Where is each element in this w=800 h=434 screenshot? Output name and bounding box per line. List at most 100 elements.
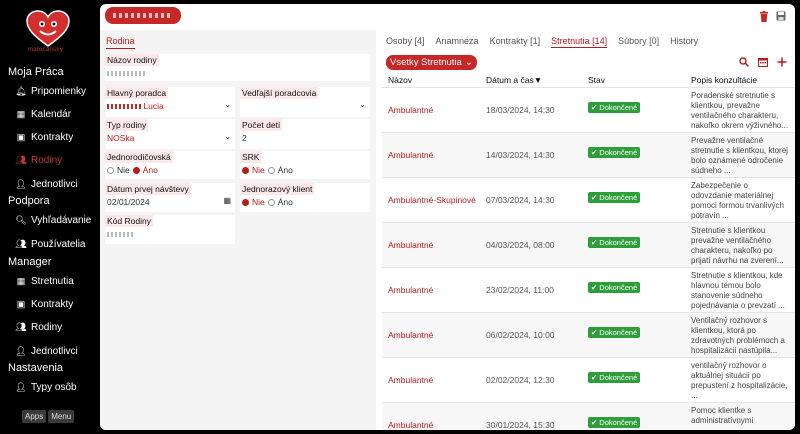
family-form: Rodina Názov rodiny Hlavný poradca Lucia… <box>100 30 376 430</box>
briefcase-icon: ▣ <box>16 298 26 309</box>
heart-logo <box>26 10 70 47</box>
trash-icon[interactable] <box>759 11 769 22</box>
jednorodicovska-field: Jednorodičovská Nie Áno <box>105 151 235 179</box>
meeting-type[interactable]: Ambulantné <box>388 285 433 295</box>
sidebar-item-kontrakty[interactable]: ▣ Kontrakty <box>16 130 74 144</box>
check-icon: ✔ <box>591 148 598 157</box>
section-podpora: Podpora <box>8 195 50 207</box>
status-badge: ✔ Dokončené <box>588 102 641 113</box>
tab-5[interactable]: History <box>670 36 698 48</box>
meeting-type[interactable]: Ambulantné-Skupinové <box>388 195 476 205</box>
redacted-value <box>107 232 135 238</box>
table-row[interactable]: Ambulantné 02/02/2024, 12:30 ✔ Dokončené ven… <box>382 357 795 402</box>
sidebar-item-pouzivatelia[interactable]: 👥︎ Používatelia <box>15 237 85 251</box>
column-stav[interactable]: Stav <box>588 75 605 85</box>
logo-text: matecansky <box>28 47 64 53</box>
tab-bar: Osoby [4] Anamnéza Kontrakty [1] Stretnutia… <box>386 36 698 48</box>
vedlajsi-poradcovia-select[interactable]: Vedľajší poradcovia ⌄ <box>240 87 370 117</box>
tab-2[interactable]: Kontrakty [1] <box>490 36 541 48</box>
radio-ano[interactable] <box>267 198 275 206</box>
save-icon[interactable] <box>776 11 786 21</box>
radio-nie[interactable] <box>242 198 249 206</box>
hlavny-poradca-label: Hlavný poradca <box>105 87 169 99</box>
plus-icon[interactable] <box>777 57 787 67</box>
meeting-type[interactable]: Ambulantné <box>388 240 433 250</box>
hlavny-poradca-select[interactable]: Hlavný poradca Lucia ⌄ <box>105 87 235 117</box>
calendar-icon[interactable]: ▦ <box>223 196 231 205</box>
sidebar: matecansky Moja Práca 🔔︎ Pripomienky ▦ Kal… <box>0 0 96 434</box>
meeting-type[interactable]: Ambulantné <box>388 375 433 385</box>
sidebar-item-typy-osob[interactable]: 👤︎ Typy osôb <box>15 380 76 394</box>
srk-field: SRK Nie Áno <box>240 151 370 179</box>
meeting-type[interactable]: Ambulantné <box>388 420 433 430</box>
datum-prvej-navstevy-field[interactable]: Dátum prvej návštevy 02/01/2024 ▦ <box>105 183 235 212</box>
meeting-description: Stretnutie s klientkou prevažne ventilač… <box>691 226 784 265</box>
table-row[interactable]: Ambulantné 23/02/2024, 11:00 ✔ Dokončené Str… <box>382 267 795 312</box>
sidebar-item-kalendar[interactable]: ▦ Kalendár <box>16 107 71 121</box>
status-badge: ✔ Dokončené <box>588 417 641 428</box>
chevron-down-icon: ⌄ <box>359 100 366 109</box>
users-icon: 👥︎ <box>15 321 27 332</box>
search-icon[interactable] <box>739 57 749 67</box>
table-row[interactable]: Ambulantné 30/01/2024, 15:30 ✔ Dokončené Pom… <box>382 402 795 430</box>
tab-0[interactable]: Osoby [4] <box>386 36 425 48</box>
status-badge: ✔ Dokončené <box>588 372 641 383</box>
radio-nie[interactable] <box>242 166 249 174</box>
top-bar <box>100 4 795 30</box>
meeting-type[interactable]: Ambulantné <box>388 105 433 115</box>
apps-menu-switch: Apps Menu <box>22 410 75 423</box>
pocet-deti-label: Počet detí <box>240 119 283 131</box>
redacted-value <box>107 104 141 110</box>
meeting-datetime: 04/03/2024, 08:00 <box>486 240 555 250</box>
calendar-icon[interactable] <box>758 57 768 67</box>
radio-ano[interactable] <box>267 166 275 174</box>
apps-button[interactable]: Apps <box>22 410 47 423</box>
status-badge: ✔ Dokončené <box>588 327 641 338</box>
typ-rodiny-label: Typ rodiny <box>105 119 149 131</box>
section-manager: Manager <box>8 256 52 268</box>
sidebar-item-vyhladavanie[interactable]: 🔍︎ Vyhľadávanie <box>15 213 91 227</box>
sidebar-item-pripomienky[interactable]: 🔔︎ Pripomienky <box>15 84 86 98</box>
table-row[interactable]: Ambulantné-Skupinové 07/03/2024, 14:30 ✔ Do… <box>382 177 795 222</box>
column-nazov[interactable]: Názov <box>388 75 412 85</box>
section-moja-praca: Moja Práca <box>8 66 64 78</box>
table-row[interactable]: Ambulantné 18/03/2024, 14:30 ✔ Dokončené Por… <box>382 87 795 132</box>
meeting-datetime: 06/02/2024, 10:00 <box>486 330 555 340</box>
meeting-type[interactable]: Ambulantné <box>388 330 433 340</box>
typ-rodiny-select[interactable]: Typ rodiny NOSka ⌄ <box>105 119 235 149</box>
tab-1[interactable]: Anamnéza <box>436 36 479 48</box>
kod-rodiny-field[interactable]: Kód Rodiny <box>105 215 235 244</box>
sidebar-item-jednotlivci-manager[interactable]: 👤︎ Jednotlivci <box>15 344 77 358</box>
tab-rodina[interactable]: Rodina <box>106 36 135 49</box>
meetings-filter-dropdown[interactable]: Vsetky Stretnutia ⌄ <box>386 55 477 70</box>
pocet-deti-field[interactable]: Počet detí 2 <box>240 119 370 149</box>
bell-icon: 🔔︎ <box>15 85 27 96</box>
sidebar-item-kontrakty-manager[interactable]: ▣ Kontrakty <box>16 297 74 311</box>
radio-ano[interactable] <box>132 166 140 174</box>
tab-3[interactable]: Stretnutia [14] <box>551 36 608 48</box>
meeting-description: Pomoc klientke s administratívnymi <box>691 406 754 425</box>
tab-4[interactable]: Súbory [0] <box>618 36 659 48</box>
status-badge: ✔ Dokončené <box>588 282 641 293</box>
table-row[interactable]: Ambulantné 06/02/2024, 10:00 ✔ Dokončené Ven… <box>382 312 795 357</box>
calendar-icon: ▦ <box>16 108 26 119</box>
check-icon: ✔ <box>591 418 598 427</box>
sidebar-item-jednotlivci[interactable]: 👤︎ Jednotlivci <box>15 177 77 191</box>
vedlajsi-poradcovia-label: Vedľajší poradcovia <box>240 87 319 99</box>
users-icon: 👥︎ <box>15 238 27 249</box>
check-icon: ✔ <box>591 238 598 247</box>
menu-button[interactable]: Menu <box>48 410 75 423</box>
nazov-rodiny-field[interactable]: Názov rodiny <box>105 54 370 81</box>
meeting-type[interactable]: Ambulantné <box>388 150 433 160</box>
table-row[interactable]: Ambulantné 04/03/2024, 08:00 ✔ Dokončené Str… <box>382 222 795 267</box>
check-icon: ✔ <box>591 193 598 202</box>
sidebar-item-rodiny[interactable]: 👥︎ Rodiny <box>15 153 62 167</box>
column-datum[interactable]: Dátum a čas▼ <box>486 75 542 85</box>
column-popis[interactable]: Popis konzultácie <box>691 75 757 85</box>
meeting-description: Zabezpečenie o odovzdanie materiálnej po… <box>691 181 784 220</box>
jednorazovy-klient-field: Jednorazový klient Nie Áno <box>240 183 370 212</box>
table-row[interactable]: Ambulantné 14/03/2024, 14:30 ✔ Dokončené Pre… <box>382 132 795 177</box>
sidebar-item-rodiny-manager[interactable]: 👥︎ Rodiny <box>15 320 62 334</box>
radio-nie[interactable] <box>107 166 114 174</box>
sidebar-item-stretnutia[interactable]: ▦ Stretnutia <box>16 274 74 288</box>
